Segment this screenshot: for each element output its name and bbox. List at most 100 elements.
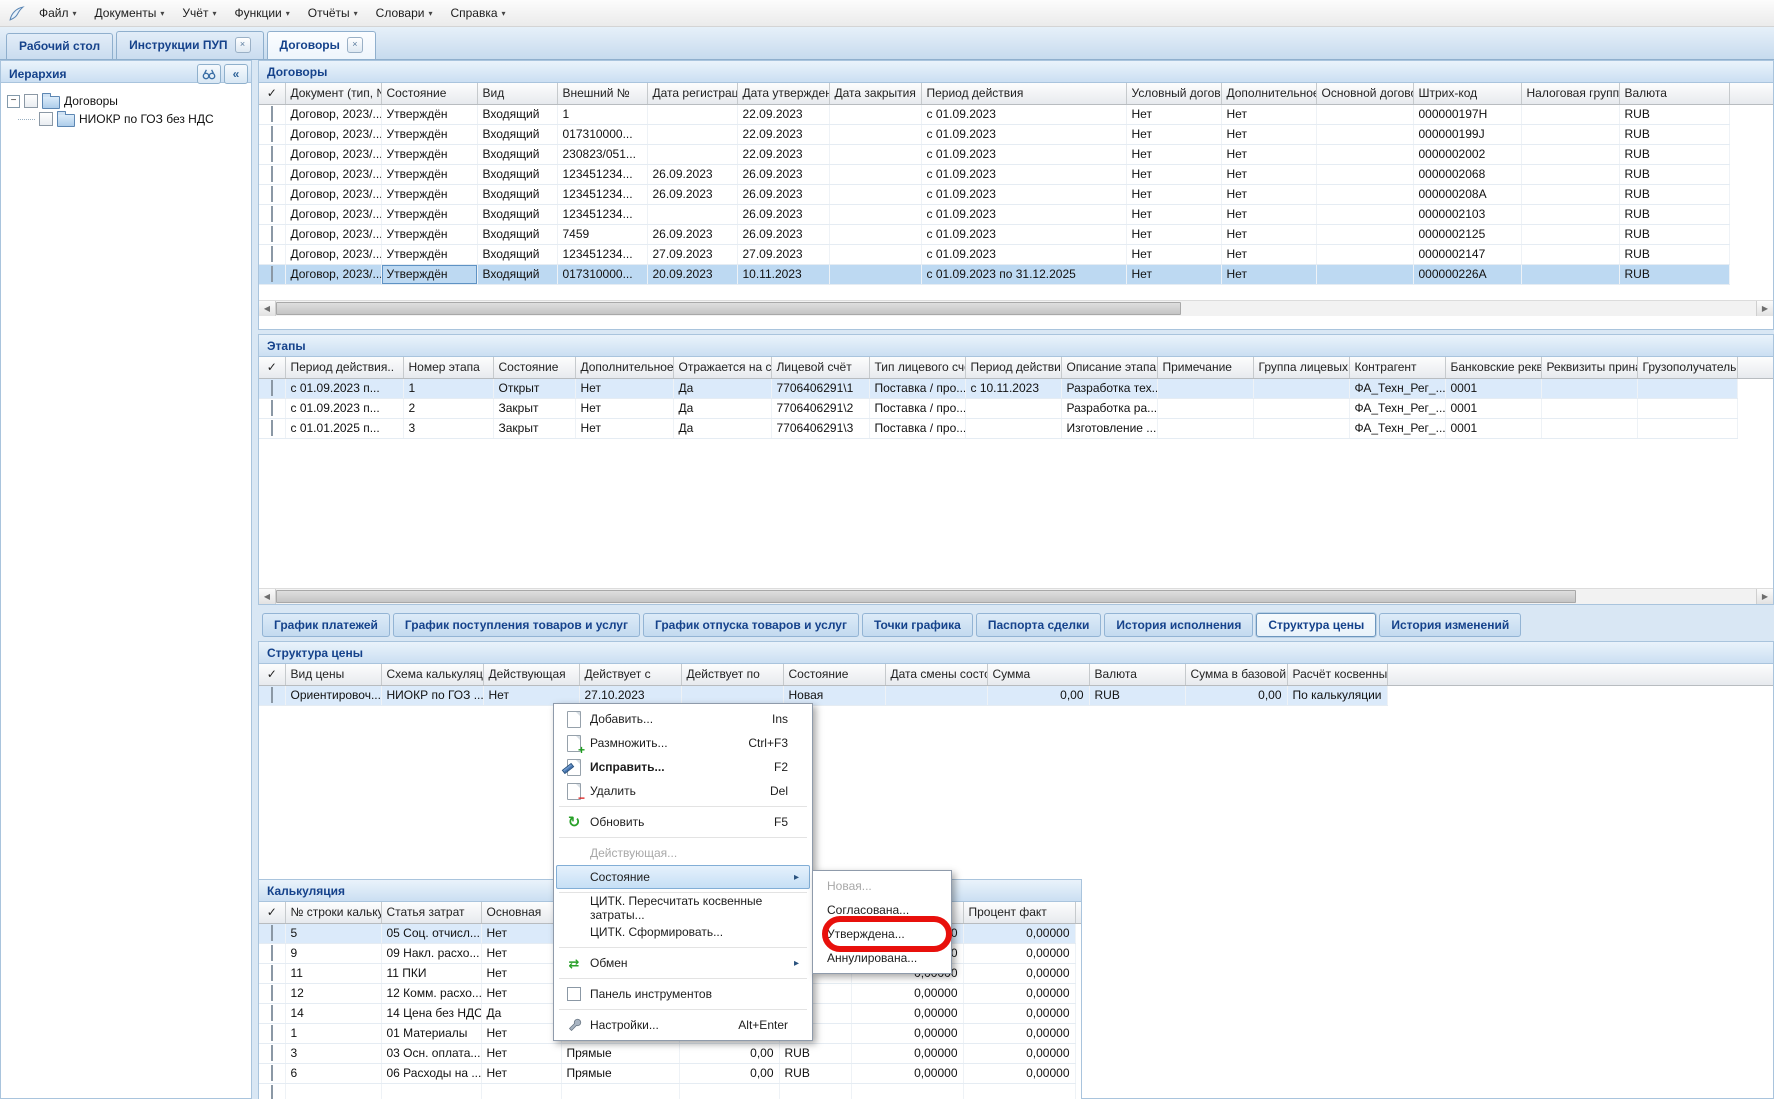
row-checkbox[interactable] bbox=[271, 106, 273, 122]
cell[interactable]: Утверждён bbox=[381, 184, 477, 204]
cell[interactable]: 1 bbox=[403, 378, 493, 398]
cell[interactable]: с 01.09.2023 bbox=[921, 204, 1126, 224]
cell[interactable]: Нет bbox=[481, 1023, 561, 1043]
column-header[interactable]: Период действия л bbox=[965, 357, 1061, 378]
cell[interactable]: Входящий bbox=[477, 164, 557, 184]
cell[interactable] bbox=[1316, 184, 1413, 204]
cell[interactable]: 0,00000 bbox=[963, 943, 1075, 963]
cell[interactable] bbox=[381, 1083, 481, 1099]
cell[interactable]: Нет bbox=[1126, 144, 1221, 164]
cell[interactable]: 14 bbox=[285, 1003, 381, 1023]
cell[interactable]: 0,00000 bbox=[963, 1023, 1075, 1043]
cell[interactable]: 7706406291\1 bbox=[771, 378, 869, 398]
cell[interactable]: 6 bbox=[285, 1063, 381, 1083]
cell[interactable]: Да bbox=[673, 398, 771, 418]
cell[interactable] bbox=[1253, 418, 1349, 438]
table-row[interactable]: Договор, 2023/...УтверждёнВходящий123451… bbox=[259, 164, 1773, 184]
cell[interactable]: Поставка / про... bbox=[869, 378, 965, 398]
cell[interactable]: Договор, 2023/... bbox=[285, 204, 381, 224]
cell[interactable]: Нет bbox=[483, 685, 579, 705]
cell[interactable]: 3 bbox=[403, 418, 493, 438]
column-header[interactable]: Дополнительное с bbox=[1221, 83, 1316, 104]
cell[interactable]: Нет bbox=[575, 398, 673, 418]
cell[interactable]: 1 bbox=[285, 1023, 381, 1043]
cell[interactable]: 26.09.2023 bbox=[647, 184, 737, 204]
column-header[interactable]: Дата смены состоя bbox=[885, 664, 987, 685]
cell[interactable]: Нет bbox=[575, 378, 673, 398]
cell[interactable]: 0,00 bbox=[987, 685, 1089, 705]
cell[interactable]: RUB bbox=[1619, 224, 1729, 244]
cell[interactable]: 0,00000 bbox=[851, 1003, 963, 1023]
cell[interactable] bbox=[829, 184, 921, 204]
cell[interactable]: Входящий bbox=[477, 244, 557, 264]
select-all-column-header[interactable]: ✓ bbox=[259, 664, 285, 685]
cell[interactable] bbox=[965, 418, 1061, 438]
column-header[interactable]: Примечание bbox=[1157, 357, 1253, 378]
menu-item-settings[interactable]: Настройки...Alt+Enter bbox=[556, 1013, 810, 1037]
cell[interactable]: 017310000... bbox=[557, 124, 647, 144]
cell[interactable]: ФА_Техн_Рег_... bbox=[1349, 398, 1445, 418]
column-header[interactable]: Контрагент bbox=[1349, 357, 1445, 378]
cell[interactable]: 000000208A bbox=[1413, 184, 1521, 204]
cell[interactable]: Утверждён bbox=[381, 224, 477, 244]
cell[interactable]: Нет bbox=[575, 418, 673, 438]
cell[interactable] bbox=[1157, 418, 1253, 438]
cell[interactable]: 10.11.2023 bbox=[737, 264, 829, 284]
cell[interactable] bbox=[829, 144, 921, 164]
row-checkbox[interactable] bbox=[271, 687, 273, 703]
scroll-right-icon[interactable]: ▶ bbox=[1756, 301, 1773, 316]
cell[interactable]: Ориентировоч... bbox=[285, 685, 381, 705]
table-row[interactable]: Договор, 2023/...УтверждёнВходящий230823… bbox=[259, 144, 1773, 164]
cell[interactable] bbox=[829, 124, 921, 144]
cell[interactable]: 22.09.2023 bbox=[737, 144, 829, 164]
cell[interactable]: Нет bbox=[1126, 244, 1221, 264]
cell[interactable]: 26.09.2023 bbox=[647, 164, 737, 184]
cell[interactable]: Закрыт bbox=[493, 398, 575, 418]
cell[interactable] bbox=[647, 204, 737, 224]
column-header[interactable]: Состояние bbox=[381, 83, 477, 104]
cell[interactable]: Договор, 2023/... bbox=[285, 104, 381, 124]
cell[interactable]: Нет bbox=[1126, 224, 1221, 244]
cell[interactable]: Входящий bbox=[477, 104, 557, 124]
column-header[interactable]: № строки калькул bbox=[285, 902, 381, 923]
cell[interactable]: Нет bbox=[1221, 204, 1316, 224]
cell[interactable]: Нет bbox=[1126, 184, 1221, 204]
cell[interactable] bbox=[1521, 264, 1619, 284]
cell[interactable]: Утверждён bbox=[381, 104, 477, 124]
cell[interactable]: Договор, 2023/... bbox=[285, 124, 381, 144]
cell[interactable]: 26.09.2023 bbox=[737, 224, 829, 244]
table-row[interactable]: Договор, 2023/...УтверждёнВходящий017310… bbox=[259, 264, 1773, 284]
row-checkbox[interactable] bbox=[271, 1045, 273, 1061]
menu-item-add[interactable]: Добавить...Ins bbox=[556, 707, 810, 731]
cell[interactable]: 0000002068 bbox=[1413, 164, 1521, 184]
cell[interactable]: Договор, 2023/... bbox=[285, 264, 381, 284]
column-header[interactable]: Состояние bbox=[783, 664, 885, 685]
column-header[interactable]: Отражается на су bbox=[673, 357, 771, 378]
cell[interactable] bbox=[1253, 398, 1349, 418]
cell[interactable]: НИОКР по ГОЗ ... bbox=[381, 685, 483, 705]
row-checkbox[interactable] bbox=[271, 380, 273, 396]
cell[interactable] bbox=[481, 1083, 561, 1099]
cell[interactable] bbox=[679, 1083, 779, 1099]
cell[interactable]: 20.09.2023 bbox=[647, 264, 737, 284]
tab-pup-instructions[interactable]: Инструкции ПУП× bbox=[116, 31, 263, 59]
cell[interactable]: Разработка тех... bbox=[1061, 378, 1157, 398]
row-checkbox[interactable] bbox=[271, 266, 273, 282]
cell[interactable]: Нет bbox=[481, 1063, 561, 1083]
cell[interactable] bbox=[1253, 378, 1349, 398]
cell[interactable]: 0,00000 bbox=[851, 983, 963, 1003]
cell[interactable]: Утверждён bbox=[381, 204, 477, 224]
cell[interactable] bbox=[1316, 144, 1413, 164]
menu-item-delete[interactable]: УдалитьDel bbox=[556, 779, 810, 803]
cell[interactable]: Утверждён bbox=[381, 244, 477, 264]
column-header[interactable]: Схема калькуляци bbox=[381, 664, 483, 685]
cell[interactable]: 0,00000 bbox=[963, 983, 1075, 1003]
cell[interactable]: 22.09.2023 bbox=[737, 104, 829, 124]
row-checkbox[interactable] bbox=[271, 925, 273, 941]
cell[interactable]: 12 Комм. расхо... bbox=[381, 983, 481, 1003]
cell[interactable]: 09 Накл. расхо... bbox=[381, 943, 481, 963]
tree-node-checkbox[interactable] bbox=[24, 94, 38, 108]
cell[interactable] bbox=[1541, 378, 1637, 398]
row-checkbox[interactable] bbox=[271, 246, 273, 262]
cell[interactable] bbox=[1316, 204, 1413, 224]
